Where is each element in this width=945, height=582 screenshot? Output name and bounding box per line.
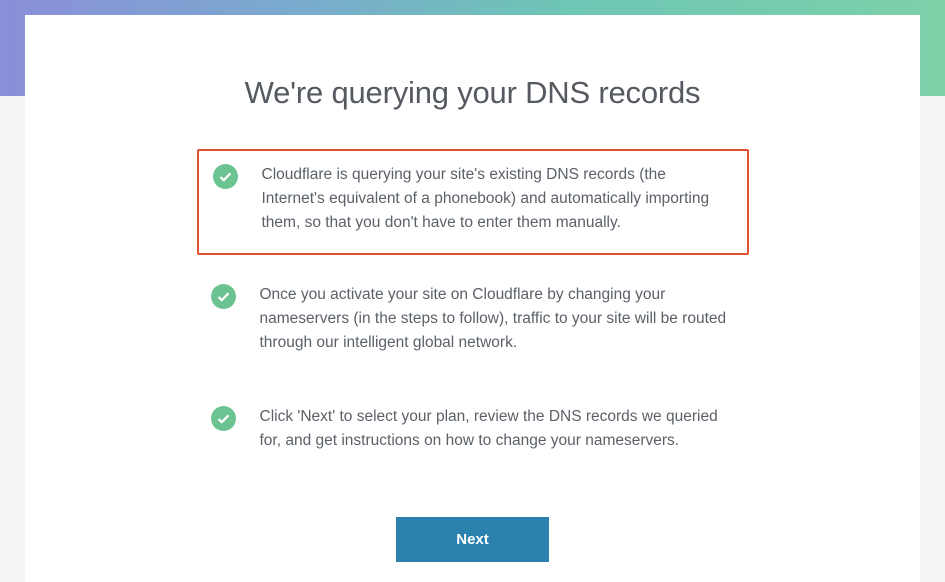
step-text: Once you activate your site on Cloudflar… bbox=[260, 283, 729, 355]
checkmark-icon bbox=[213, 164, 238, 189]
steps-list: Cloudflare is querying your site's exist… bbox=[105, 149, 840, 489]
checkmark-icon bbox=[211, 406, 236, 431]
step-item-3: Click 'Next' to select your plan, review… bbox=[197, 391, 749, 471]
step-item-1: Cloudflare is querying your site's exist… bbox=[197, 149, 749, 255]
page-title: We're querying your DNS records bbox=[105, 75, 840, 111]
step-text: Click 'Next' to select your plan, review… bbox=[260, 405, 729, 453]
step-text: Cloudflare is querying your site's exist… bbox=[262, 163, 727, 235]
dialog-card: We're querying your DNS records Cloudfla… bbox=[25, 15, 920, 582]
step-item-2: Once you activate your site on Cloudflar… bbox=[197, 269, 749, 373]
next-button[interactable]: Next bbox=[396, 517, 549, 562]
button-row: Next bbox=[105, 517, 840, 562]
checkmark-icon bbox=[211, 284, 236, 309]
